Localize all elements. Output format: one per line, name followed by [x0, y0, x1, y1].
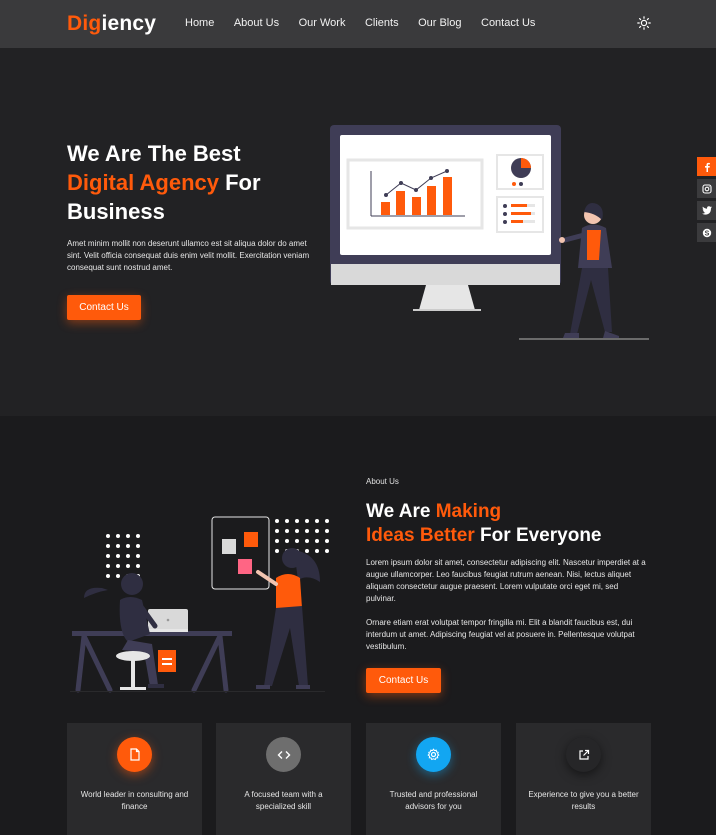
feature-text: Experience to give you a better results — [528, 790, 639, 811]
code-icon — [266, 737, 301, 772]
main-menu: Home About Us Our Work Clients Our Blog … — [185, 17, 555, 29]
feature-card: A focused team with a specialized skill — [216, 723, 351, 835]
gear-icon — [416, 737, 451, 772]
hero-contact-button[interactable]: Contact Us — [67, 295, 141, 320]
navbar: Digiency Home About Us Our Work Clients … — [0, 0, 716, 48]
about-title: We Are Making Ideas Better For Everyone — [366, 500, 602, 548]
about-title-we-are: We Are — [366, 501, 436, 522]
feature-text: World leader in consulting and finance — [80, 790, 189, 811]
nav-our-work[interactable]: Our Work — [299, 17, 346, 29]
about-eyebrow: About Us — [366, 477, 399, 486]
logo-rest: iency — [101, 12, 157, 35]
logo-accent: Dig — [67, 12, 102, 35]
hero-illustration — [330, 125, 649, 340]
twitter-icon[interactable] — [697, 201, 716, 220]
about-contact-button[interactable]: Contact Us — [366, 668, 441, 693]
svg-text:S: S — [704, 230, 709, 237]
document-icon — [117, 737, 152, 772]
nav-clients[interactable]: Clients — [365, 17, 399, 29]
feature-card: Experience to give you a better results — [516, 723, 651, 835]
about-paragraph-2: Ornare etiam erat volutpat tempor fringi… — [366, 618, 635, 651]
hero-title-line1: We Are The Best — [67, 141, 241, 166]
hero-title: We Are The Best Digital Agency For Busin… — [67, 139, 261, 226]
hero-title-line3: Business — [67, 199, 165, 224]
hero-title-highlight: Digital Agency — [67, 170, 219, 195]
about-illustration — [70, 516, 329, 693]
social-sidebar: S — [697, 157, 716, 245]
hero-title-for: For — [219, 170, 261, 195]
about-title-ideas: Ideas Better — [366, 525, 475, 546]
nav-home[interactable]: Home — [185, 17, 214, 29]
logo[interactable]: Digiency — [67, 12, 156, 36]
about-title-making: Making — [435, 501, 502, 522]
feature-card: World leader in consulting and finance — [67, 723, 202, 835]
nav-our-blog[interactable]: Our Blog — [418, 17, 461, 29]
instagram-icon[interactable] — [697, 179, 716, 198]
dot-grid-left — [106, 534, 140, 578]
external-link-icon — [566, 737, 601, 772]
nav-about-us[interactable]: About Us — [234, 17, 279, 29]
feature-card: Trusted and professional advisors for yo… — [366, 723, 501, 835]
dot-grid-right — [275, 519, 329, 553]
sun-icon[interactable] — [637, 16, 651, 30]
skype-icon[interactable]: S — [697, 223, 716, 242]
about-title-rest: For Everyone — [474, 525, 602, 546]
feature-text: Trusted and professional advisors for yo… — [389, 790, 478, 811]
nav-contact-us[interactable]: Contact Us — [481, 17, 535, 29]
facebook-icon[interactable] — [697, 157, 716, 176]
about-paragraph-1: Lorem ipsum dolor sit amet, consectetur … — [366, 558, 646, 603]
feature-text: A focused team with a specialized skill — [244, 790, 323, 811]
hero-description: Amet minim mollit non deserunt ullamco e… — [67, 239, 310, 272]
